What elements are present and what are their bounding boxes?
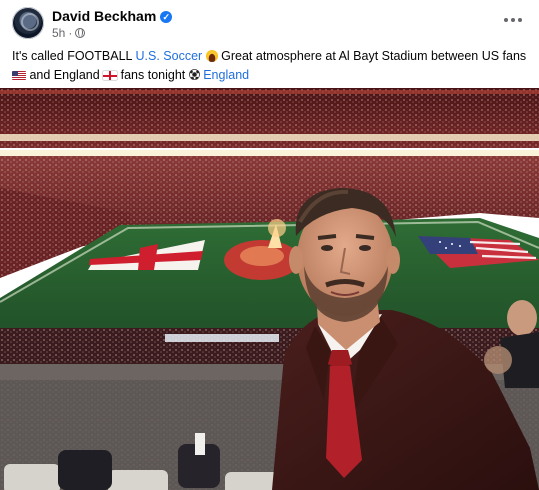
us-soccer-link[interactable]: U.S. Soccer [136,49,203,63]
post-header: David Beckham ✓ 5h · [0,0,539,44]
caption-text: It's called FOOTBALL [12,49,136,63]
caption-text: Great atmosphere at Al Bayt Stadium betw… [217,49,527,63]
verified-badge-icon: ✓ [160,11,173,23]
post-meta: 5h · [52,26,86,40]
post-time[interactable]: 5h [52,26,65,40]
author-name-row: David Beckham ✓ [52,8,173,24]
soccer-ball-icon [188,69,200,80]
caption-text: fans tonight [117,68,189,82]
facebook-post: David Beckham ✓ 5h · It's called FOOTBALL… [0,0,539,490]
us-flag-icon [12,71,26,80]
post-photo[interactable] [0,88,539,490]
more-options-icon[interactable] [501,10,525,30]
author-name[interactable]: David Beckham [52,8,156,24]
laughing-face-icon [205,50,218,62]
england-link[interactable]: England [203,68,249,82]
author-avatar[interactable] [12,7,44,39]
england-flag-icon [103,71,118,80]
globe-icon [75,28,86,38]
stadium-selfie-image [0,88,539,490]
caption-text: and England [26,68,104,82]
post-caption: It's called FOOTBALL U.S. Soccer Great a… [12,47,532,85]
